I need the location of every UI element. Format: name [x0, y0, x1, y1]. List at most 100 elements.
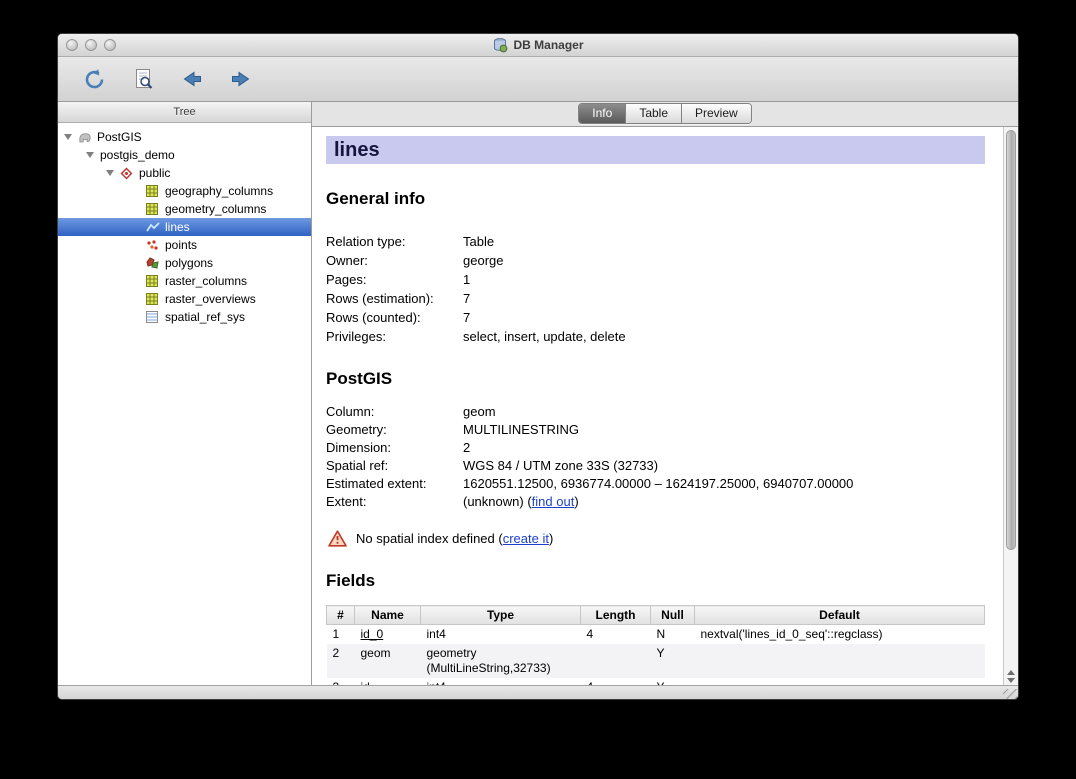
- scrollbar-thumb[interactable]: [1006, 130, 1016, 550]
- info-value: 1620551.12500, 6936774.00000 – 1624197.2…: [463, 475, 853, 493]
- field-null: N: [651, 625, 695, 645]
- info-label: Privileges:: [326, 327, 463, 346]
- field-name: id: [355, 678, 421, 685]
- refresh-button[interactable]: [76, 63, 112, 95]
- postgis-heading: PostGIS: [326, 368, 985, 390]
- column-header-type: Type: [421, 606, 581, 625]
- column-header-length: Length: [581, 606, 651, 625]
- tree-item-label: polygons: [165, 256, 213, 270]
- close-button[interactable]: [66, 39, 78, 51]
- column-header-name: Name: [355, 606, 421, 625]
- tree-item-polygons[interactable]: polygons: [58, 254, 311, 272]
- field-type: int4: [421, 678, 581, 685]
- tree-item-raster-overviews[interactable]: raster_overviews: [58, 290, 311, 308]
- fields-header-row: # Name Type Length Null Default: [327, 606, 985, 625]
- tab-info[interactable]: Info: [579, 104, 626, 123]
- info-content: lines General info Relation type:Table O…: [312, 127, 1003, 685]
- sql-window-button[interactable]: [125, 63, 161, 95]
- tab-table[interactable]: Table: [626, 104, 682, 123]
- zoom-button[interactable]: [104, 39, 116, 51]
- extent-value: (unknown) (find out): [463, 493, 579, 511]
- tree-item-raster-columns[interactable]: raster_columns: [58, 272, 311, 290]
- tree-item-label: geography_columns: [165, 184, 273, 198]
- field-default: [695, 678, 985, 685]
- extent-paren: ): [574, 494, 578, 509]
- disclosure-triangle-icon[interactable]: [106, 170, 114, 176]
- info-value: 2: [463, 439, 470, 457]
- tree-item-label: postgis_demo: [100, 148, 175, 162]
- fields-table: # Name Type Length Null Default 1: [326, 605, 985, 685]
- tree-item-label: lines: [165, 220, 190, 234]
- system-table-icon: [146, 310, 161, 324]
- column-header-default: Default: [695, 606, 985, 625]
- db-manager-icon: [492, 37, 508, 53]
- tree-panel-header: Tree: [58, 102, 311, 123]
- field-length: 4: [581, 678, 651, 685]
- import-arrow-icon: [180, 69, 204, 89]
- tree-item-lines[interactable]: lines: [58, 218, 311, 236]
- info-label: Relation type:: [326, 232, 463, 251]
- field-null: Y: [651, 678, 695, 685]
- field-type: int4: [421, 625, 581, 645]
- scrollbar-arrows: [1004, 670, 1018, 683]
- field-name: geom: [355, 644, 421, 678]
- tree-item-label: PostGIS: [97, 130, 142, 144]
- info-value: 7: [463, 289, 470, 308]
- warning-icon: [328, 530, 347, 547]
- window-title-text: DB Manager: [513, 38, 583, 52]
- resize-grip[interactable]: [1003, 689, 1017, 700]
- tree-item-label: public: [139, 166, 170, 180]
- field-num: 2: [327, 644, 355, 678]
- table-icon: [146, 202, 161, 216]
- refresh-icon: [83, 68, 106, 91]
- warning-text: No spatial index defined (: [356, 531, 503, 546]
- vertical-scrollbar[interactable]: [1003, 127, 1018, 685]
- info-label: Column:: [326, 403, 463, 421]
- disclosure-triangle-icon[interactable]: [86, 152, 94, 158]
- table-title-banner: lines: [326, 136, 985, 164]
- info-label: Spatial ref:: [326, 457, 463, 475]
- general-info-rows: Relation type:Table Owner:george Pages:1…: [326, 232, 985, 346]
- tree-item-postgis-demo[interactable]: postgis_demo: [58, 146, 311, 164]
- info-row: Pages:1: [326, 270, 985, 289]
- field-name-link[interactable]: id_0: [361, 627, 384, 641]
- field-name: id_0: [355, 625, 421, 645]
- schema-icon: [120, 166, 135, 180]
- line-layer-icon: [146, 220, 161, 234]
- export-to-file-button[interactable]: [223, 63, 259, 95]
- title-bar[interactable]: DB Manager: [58, 34, 1018, 57]
- toolbar: [58, 57, 1018, 102]
- info-row: Relation type:Table: [326, 232, 985, 251]
- minimize-button[interactable]: [85, 39, 97, 51]
- field-row: 1 id_0 int4 4 N nextval('lines_id_0_seq'…: [327, 625, 985, 645]
- tab-label: Preview: [695, 106, 738, 120]
- tree-item-points[interactable]: points: [58, 236, 311, 254]
- scroll-down-arrow-icon[interactable]: [1007, 678, 1015, 683]
- table-icon: [146, 274, 161, 288]
- tree-item-label: points: [165, 238, 197, 252]
- disclosure-triangle-icon[interactable]: [64, 134, 72, 140]
- info-row: Rows (estimation):7: [326, 289, 985, 308]
- import-layer-button[interactable]: [174, 63, 210, 95]
- create-index-link[interactable]: create it: [503, 531, 549, 546]
- tab-preview[interactable]: Preview: [682, 104, 751, 123]
- tree-panel: Tree PostGIS postgis_demo: [58, 102, 312, 685]
- tree-item-public[interactable]: public: [58, 164, 311, 182]
- column-header-null: Null: [651, 606, 695, 625]
- info-row: Rows (counted):7: [326, 308, 985, 327]
- window-controls: [66, 39, 116, 51]
- info-label: Owner:: [326, 251, 463, 270]
- find-out-link[interactable]: find out: [532, 494, 575, 509]
- tree-item-postgis[interactable]: PostGIS: [58, 128, 311, 146]
- tree-item-geography-columns[interactable]: geography_columns: [58, 182, 311, 200]
- info-view: lines General info Relation type:Table O…: [312, 126, 1018, 685]
- info-row: Geometry:MULTILINESTRING: [326, 421, 985, 439]
- tree-item-geometry-columns[interactable]: geometry_columns: [58, 200, 311, 218]
- main-split: Tree PostGIS postgis_demo: [58, 102, 1018, 685]
- tree-item-spatial-ref-sys[interactable]: spatial_ref_sys: [58, 308, 311, 326]
- info-value: geom: [463, 403, 496, 421]
- fields-heading: Fields: [326, 570, 985, 592]
- scroll-up-arrow-icon[interactable]: [1007, 670, 1015, 675]
- extent-unknown-text: (unknown): [463, 494, 524, 509]
- info-value: 7: [463, 308, 470, 327]
